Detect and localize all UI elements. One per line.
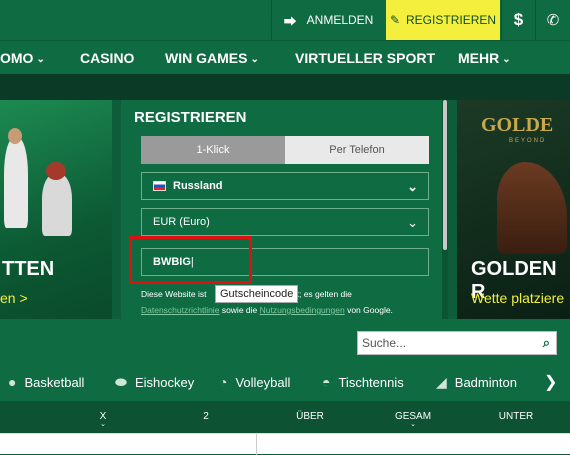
currency-button[interactable]: $: [501, 0, 535, 40]
tab-by-phone[interactable]: Per Telefon: [285, 136, 429, 164]
volleyball-icon: ◔: [219, 374, 228, 390]
column-2: 2: [199, 411, 213, 422]
sport-table-tennis[interactable]: ◓ Tischtennis: [322, 372, 404, 392]
chevron-down-icon: ⌄: [36, 54, 45, 65]
tab-one-click[interactable]: 1-Klick: [141, 136, 285, 164]
hockey-puck-icon: ⬬: [115, 373, 127, 390]
hero-background: [0, 74, 570, 100]
russia-flag-icon: [153, 181, 166, 191]
table-tennis-icon: ◓: [322, 374, 331, 390]
column-x[interactable]: X ⌄: [96, 411, 110, 428]
horse-image: [497, 162, 567, 254]
banner-link[interactable]: en >: [0, 290, 28, 306]
sport-volleyball[interactable]: ◔ Volleyball: [219, 372, 290, 392]
column-label: UNTER: [498, 411, 534, 422]
nav-item-label: OMO: [0, 50, 34, 66]
nav-item-label: MEHR: [458, 50, 500, 66]
registration-panel: REGISTRIEREN 1-Klick Per Telefon Russlan…: [121, 100, 448, 319]
banner-title: TTEN: [2, 258, 55, 280]
basketball-icon: ●: [8, 374, 17, 390]
privacy-link[interactable]: Datenschutzrichtlinie: [141, 305, 219, 315]
registration-scrollbar-thumb[interactable]: [443, 100, 447, 250]
registration-title: REGISTRIEREN: [134, 109, 247, 126]
currency-select[interactable]: EUR (Euro) ⌄: [141, 208, 429, 236]
currency-value: EUR (Euro): [153, 216, 210, 228]
sport-label: Eishockey: [134, 374, 195, 390]
search-icon[interactable]: ⌕: [543, 335, 550, 351]
dollar-icon: $: [513, 10, 524, 29]
login-label: ANMELDEN: [306, 13, 374, 27]
sport-label: Basketball: [24, 374, 85, 390]
disclaimer-suffix: von Google.: [347, 305, 393, 315]
column-over: ÜBER: [292, 411, 328, 422]
nav-item-win-games[interactable]: WIN GAMES ⌄: [165, 41, 259, 75]
golden-logo: GOLDE: [481, 114, 554, 136]
player-image: [42, 174, 72, 236]
promo-highlight-box: [129, 236, 252, 284]
edit-icon: ✎: [389, 13, 401, 27]
sport-badminton[interactable]: ◢ Badminton: [436, 372, 517, 392]
promo-tooltip: Gutscheincode: [215, 285, 299, 303]
main-nav: OMO ⌄ CASINO WIN GAMES ⌄ VIRTUELLER SPORT …: [0, 40, 570, 74]
disclaimer-prefix: Diese Website ist: [141, 289, 207, 299]
sign-in-icon: ⮕: [283, 13, 297, 29]
register-button[interactable]: ✎ REGISTRIEREN: [386, 0, 500, 40]
disclaimer-and: sowie die: [221, 305, 258, 315]
phone-button[interactable]: ✆: [535, 0, 570, 40]
search-input[interactable]: Suche... ⌕: [357, 331, 557, 355]
table-divider: [256, 434, 257, 455]
nav-item-label: WIN GAMES: [165, 50, 248, 66]
login-button[interactable]: ⮕ ANMELDEN: [271, 0, 385, 40]
player-image: [8, 128, 22, 144]
column-under: UNTER: [495, 411, 537, 422]
terms-link[interactable]: Nutzungsbedingungen: [260, 305, 345, 315]
registration-tabs: 1-Klick Per Telefon: [141, 136, 429, 164]
chevron-right-icon[interactable]: ❯: [544, 372, 557, 392]
sport-ice-hockey[interactable]: ⬬ Eishockey: [115, 372, 194, 392]
shuttlecock-icon: ◢: [436, 373, 447, 390]
helmet-icon: [46, 162, 66, 180]
chevron-down-icon: ⌄: [410, 421, 416, 428]
chevron-down-icon: ⌄: [502, 54, 511, 65]
nav-item-label: CASINO: [80, 50, 135, 66]
promo-banner-sports[interactable]: TTEN en >: [0, 100, 112, 319]
nav-item-casino[interactable]: CASINO: [80, 41, 134, 75]
chevron-down-icon: ⌄: [250, 54, 259, 65]
phone-icon: ✆: [546, 12, 560, 29]
sport-basketball[interactable]: ● Basketball: [8, 372, 84, 392]
chevron-down-icon: ⌄: [407, 179, 418, 194]
column-total[interactable]: GESAM ⌄: [392, 411, 434, 428]
sport-label: Tischtennis: [338, 374, 404, 390]
country-value: Russland: [173, 180, 223, 192]
nav-item-virtual-sport[interactable]: VIRTUELLER SPORT: [295, 41, 435, 75]
column-label: ÜBER: [296, 411, 324, 422]
sport-label: Volleyball: [235, 374, 291, 390]
player-image: [4, 138, 28, 228]
country-select[interactable]: Russland ⌄: [141, 172, 429, 200]
chevron-down-icon: ⌄: [100, 421, 106, 428]
column-label: 2: [203, 411, 209, 422]
sport-label: Badminton: [454, 374, 517, 390]
nav-item-label: VIRTUELLER SPORT: [295, 50, 436, 66]
odds-table: [0, 433, 570, 455]
nav-item-more[interactable]: MEHR ⌄: [458, 41, 511, 75]
search-placeholder: Suche...: [362, 336, 407, 350]
banner-link[interactable]: Wette platziere: [471, 290, 564, 306]
golden-logo-sub: BEYOND: [509, 138, 547, 144]
nav-item-promo[interactable]: OMO ⌄: [0, 41, 45, 75]
register-label: REGISTRIEREN: [406, 13, 497, 27]
odds-column-header: [0, 401, 570, 433]
chevron-down-icon: ⌄: [407, 215, 418, 230]
promo-banner-golden[interactable]: GOLDE BEYOND GOLDEN R Wette platziere: [457, 100, 570, 319]
